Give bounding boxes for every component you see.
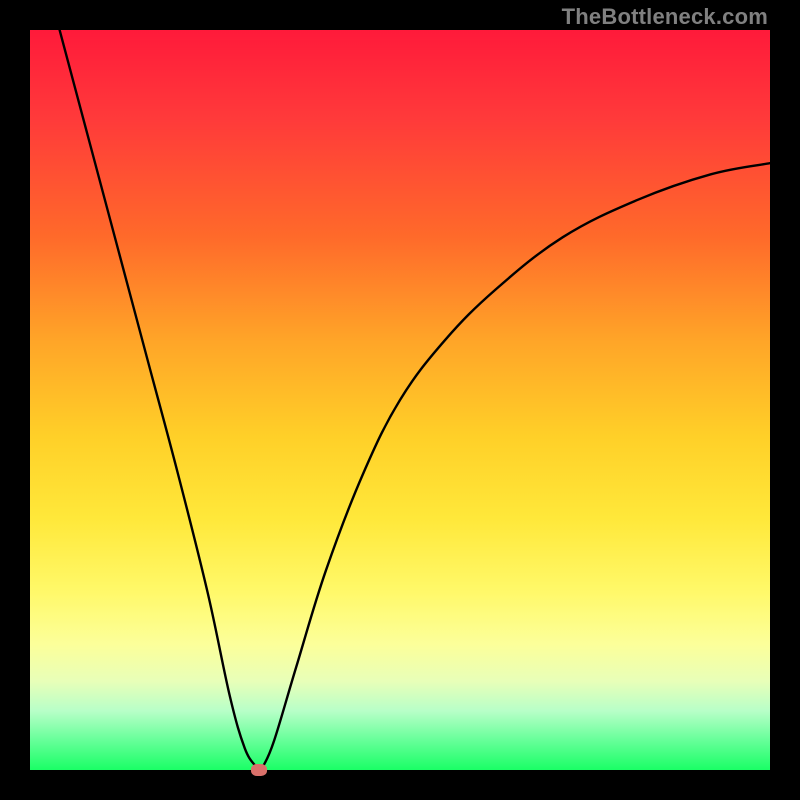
chart-frame: TheBottleneck.com <box>0 0 800 800</box>
plot-area <box>30 30 770 770</box>
minimum-point-marker <box>251 764 267 776</box>
bottleneck-curve <box>60 30 770 770</box>
curve-svg <box>30 30 770 770</box>
watermark-text: TheBottleneck.com <box>562 4 768 30</box>
